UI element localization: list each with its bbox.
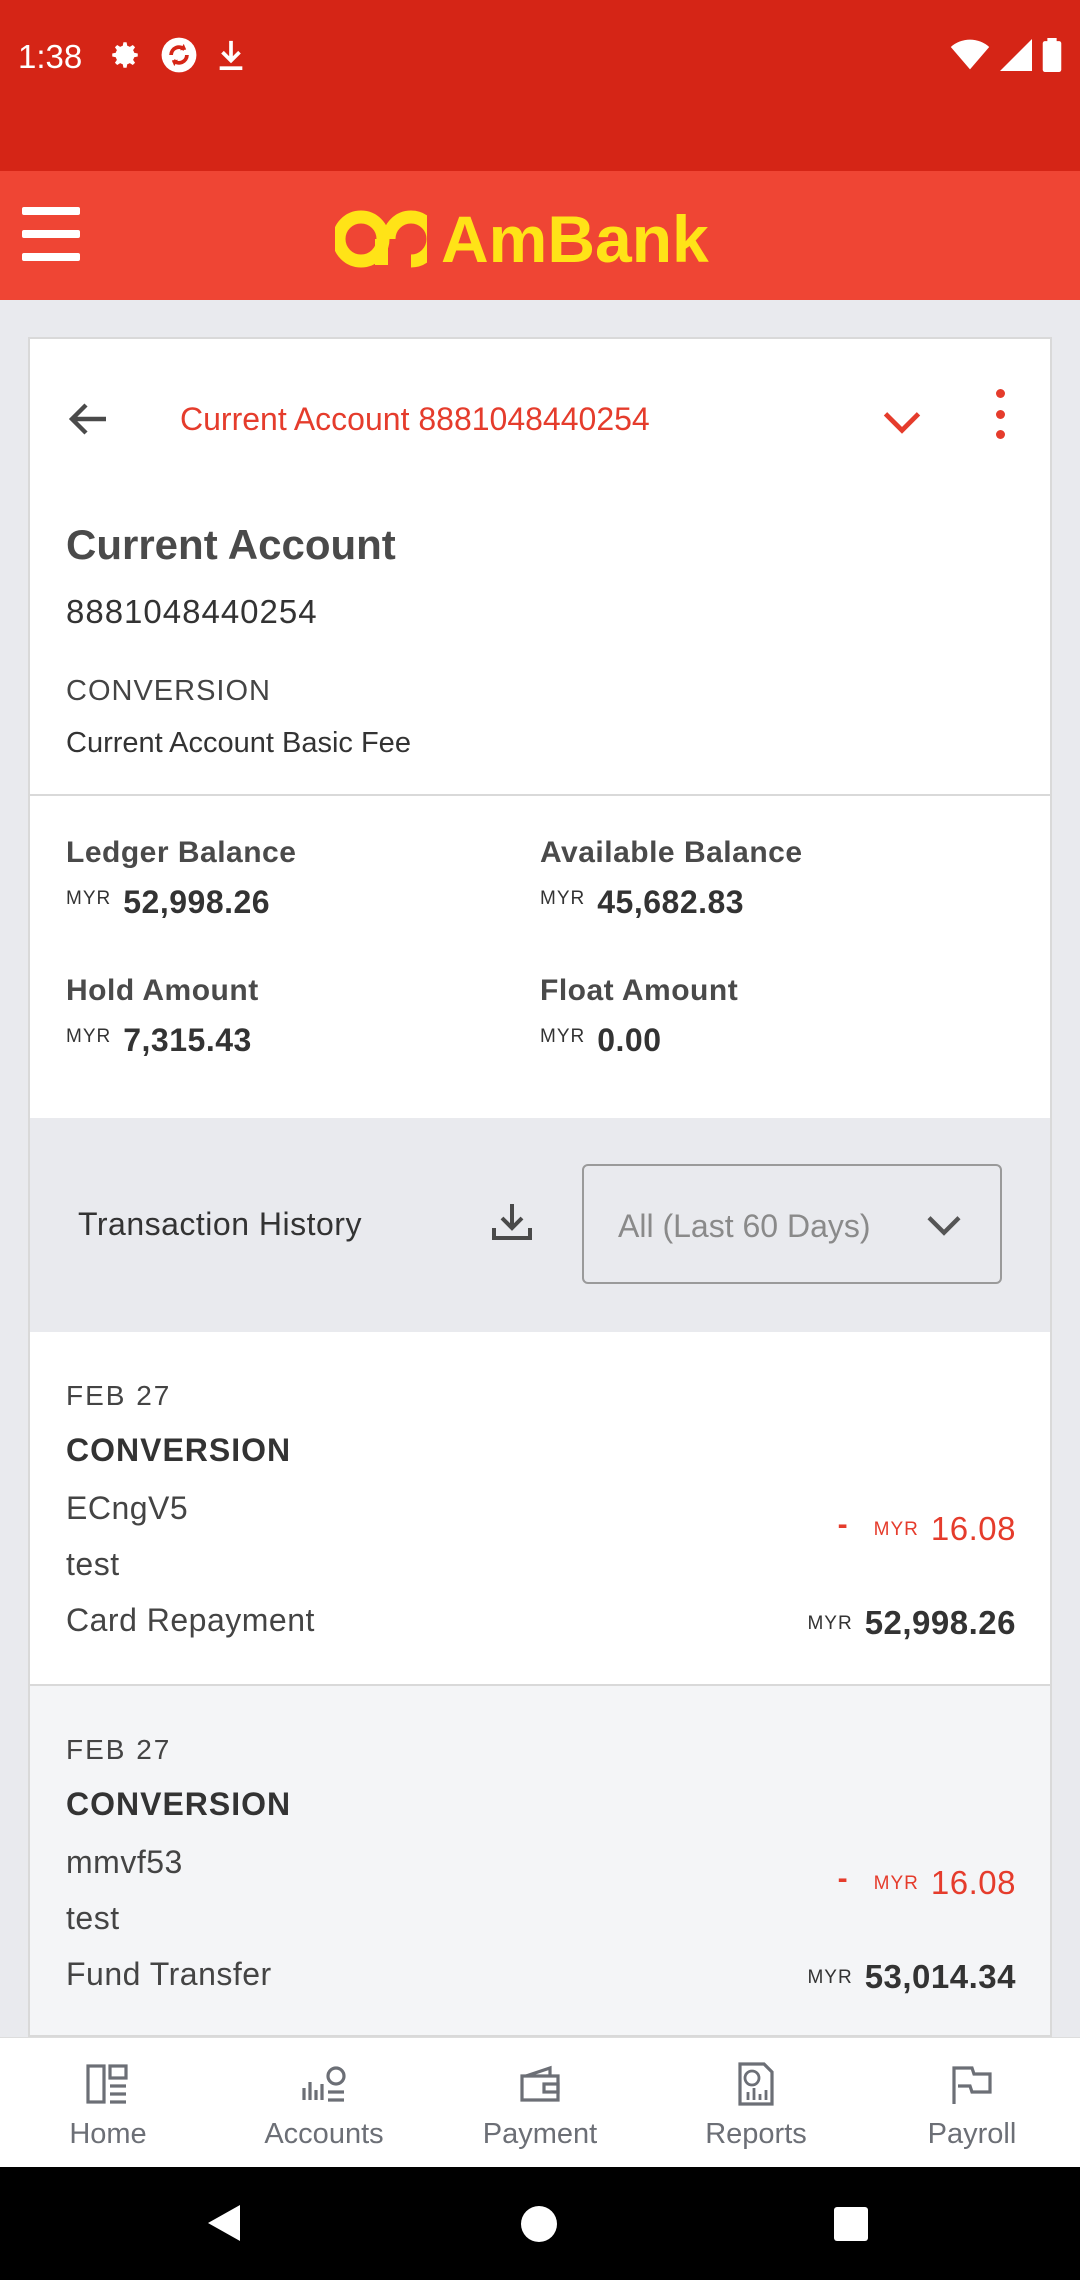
debit-sign: - (837, 1508, 848, 1541)
balance-value: 53,014.34 (864, 1958, 1016, 1995)
nav-label: Payroll (927, 2118, 1017, 2150)
more-options-button[interactable] (985, 389, 1015, 439)
transaction-date: FEB 27 (66, 1734, 172, 1765)
wallet-icon (520, 2065, 560, 2102)
nav-payroll[interactable]: Payroll (864, 2038, 1080, 2167)
nav-label: Home (69, 2118, 147, 2150)
account-name: Current Account (66, 521, 396, 568)
app-header: AmBank (0, 171, 1080, 300)
ledger-balance-amount: 52,998.26 (123, 884, 271, 920)
nav-label: Reports (705, 2118, 807, 2150)
nav-accounts[interactable]: Accounts (216, 2038, 432, 2167)
transaction-history-header: Transaction History All (Last 60 Days) (30, 1118, 1050, 1332)
ambank-logo: AmBank (335, 201, 709, 277)
date-filter-value: All (Last 60 Days) (618, 1208, 871, 1244)
transaction-category: Fund Transfer (66, 1956, 272, 1992)
transaction-note: test (66, 1900, 120, 1936)
nav-reports[interactable]: Reports (648, 2038, 864, 2167)
account-subdescription: Current Account Basic Fee (66, 727, 411, 759)
ledger-balance: Ledger Balance MYR 52,998.26 (66, 836, 296, 921)
balance-value: 52,998.26 (864, 1604, 1016, 1641)
available-balance-amount: 45,682.83 (597, 884, 745, 920)
status-icons-right (950, 38, 1062, 72)
transaction-amount: - MYR 16.08 (837, 1862, 1016, 1902)
nav-payment[interactable]: Payment (432, 2038, 648, 2167)
float-amount-label: Float Amount (540, 974, 739, 1007)
accounts-icon (302, 2066, 346, 2102)
hold-amount: Hold Amount MYR 7,315.43 (66, 974, 259, 1059)
account-summary: Current Account 8881048440254 Current Ac… (30, 339, 1050, 796)
account-description: CONVERSION (66, 675, 271, 707)
download-icon[interactable] (488, 1198, 536, 1246)
home-icon (86, 2064, 128, 2104)
hold-amount-value: 7,315.43 (123, 1022, 252, 1058)
transaction-balance: MYR 52,998.26 (807, 1604, 1016, 1642)
chevron-down-icon (927, 1216, 961, 1236)
debit-sign: - (837, 1862, 848, 1895)
amount-value: 16.08 (930, 1864, 1016, 1901)
available-balance: Available Balance MYR 45,682.83 (540, 836, 803, 921)
transaction-item[interactable]: FEB 27 CONVERSION ECngV5 test Card Repay… (30, 1332, 1050, 1686)
transaction-type: CONVERSION (66, 1432, 292, 1468)
date-filter-select[interactable]: All (Last 60 Days) (582, 1164, 1002, 1284)
transaction-amount: - MYR 16.08 (837, 1508, 1016, 1548)
account-number: 8881048440254 (66, 593, 318, 630)
nav-home[interactable]: Home (0, 2038, 216, 2167)
home-nav-icon[interactable] (520, 2205, 558, 2243)
balances-section: Ledger Balance MYR 52,998.26 Available Ba… (30, 796, 1050, 1118)
transaction-item[interactable]: FEB 27 CONVERSION mmvf53 test Fund Trans… (30, 1686, 1050, 2035)
transaction-reference: mmvf53 (66, 1844, 183, 1880)
currency-label: MYR (807, 1613, 853, 1634)
more-vert-icon (995, 389, 1005, 398)
available-balance-label: Available Balance (540, 836, 803, 869)
ledger-balance-label: Ledger Balance (66, 836, 297, 869)
sync-icon (161, 37, 197, 73)
currency-label: MYR (540, 1026, 586, 1047)
recents-nav-icon[interactable] (834, 2207, 868, 2241)
payroll-icon (952, 2066, 992, 2104)
account-card: Current Account 8881048440254 Current Ac… (28, 337, 1052, 2037)
transaction-balance: MYR 53,014.34 (807, 1958, 1016, 1996)
ambank-logo-icon (335, 210, 427, 268)
transaction-history-title: Transaction History (78, 1206, 362, 1242)
nav-label: Payment (482, 2118, 598, 2150)
account-selector[interactable]: Current Account 8881048440254 (180, 401, 650, 438)
reports-icon (738, 2062, 774, 2106)
amount-value: 16.08 (930, 1510, 1016, 1547)
back-nav-icon[interactable] (206, 2203, 242, 2243)
battery-icon (1042, 38, 1062, 72)
transaction-category: Card Repayment (66, 1602, 315, 1638)
currency-label: MYR (873, 1519, 919, 1540)
status-time: 1:38 (18, 38, 83, 75)
currency-label: MYR (540, 888, 586, 909)
nav-label: Accounts (264, 2118, 384, 2150)
hamburger-icon (22, 207, 80, 215)
currency-label: MYR (66, 888, 112, 909)
status-bar: 1:38 (0, 0, 1080, 171)
settings-icon (112, 42, 138, 68)
system-navigation-bar (0, 2167, 1080, 2280)
float-amount: Float Amount MYR 0.00 (540, 974, 738, 1059)
chevron-down-icon[interactable] (880, 403, 924, 443)
currency-label: MYR (66, 1026, 112, 1047)
menu-button[interactable] (22, 207, 80, 261)
transaction-reference: ECngV5 (66, 1490, 189, 1526)
download-status-icon (219, 40, 243, 71)
signal-icon (1000, 39, 1032, 71)
currency-label: MYR (873, 1873, 919, 1894)
back-arrow-icon[interactable] (64, 395, 112, 443)
wifi-icon (950, 39, 990, 70)
status-icons-left (108, 36, 246, 74)
transaction-date: FEB 27 (66, 1380, 172, 1411)
hold-amount-label: Hold Amount (66, 974, 259, 1007)
currency-label: MYR (807, 1967, 853, 1988)
logo-text: AmBank (441, 202, 709, 276)
float-amount-value: 0.00 (597, 1022, 662, 1058)
transaction-note: test (66, 1546, 120, 1582)
bottom-navigation: Home Accounts Payment Reports Payroll (0, 2037, 1080, 2167)
transaction-type: CONVERSION (66, 1786, 292, 1822)
